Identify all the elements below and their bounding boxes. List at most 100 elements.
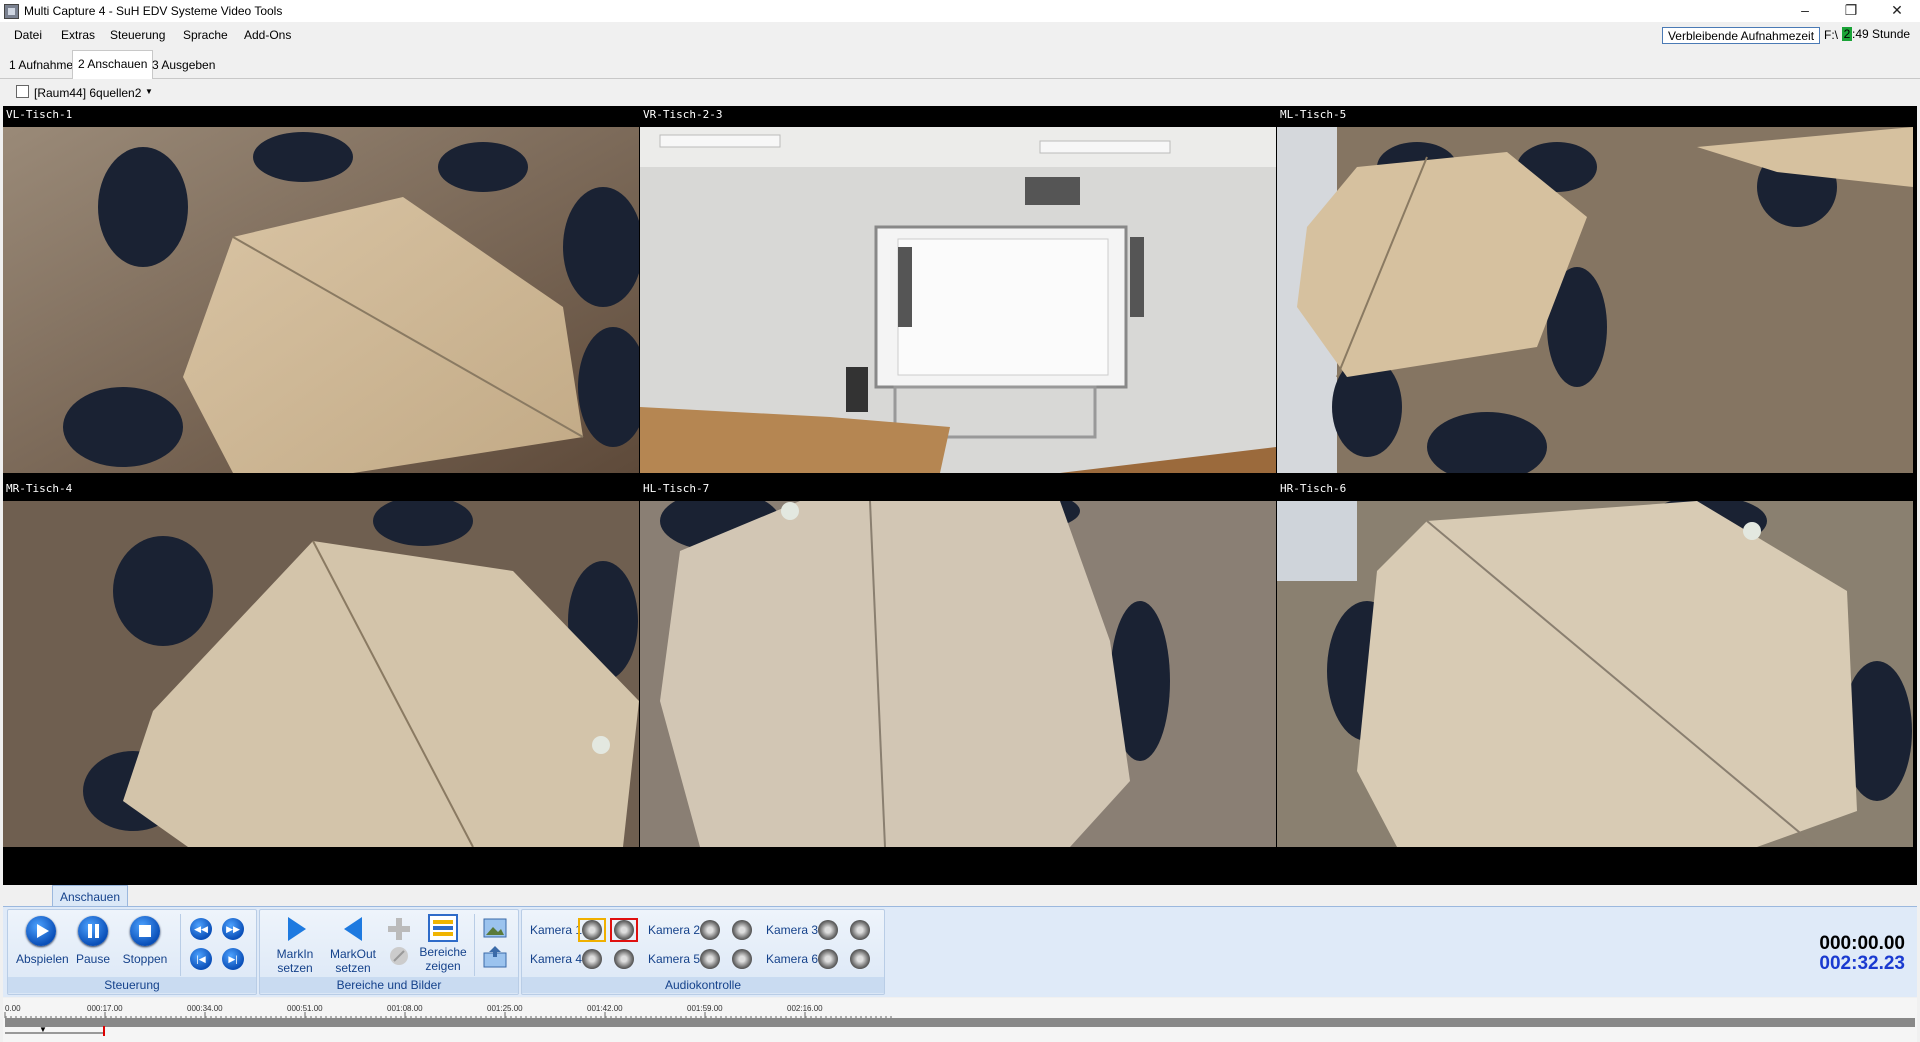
markout-label: MarkOut <box>329 947 376 961</box>
pause-button[interactable]: Pause <box>70 916 116 966</box>
camera-label: MR-Tisch-4 <box>6 482 73 495</box>
restore-button[interactable]: ❐ <box>1828 0 1874 22</box>
play-label: Abspielen <box>16 952 69 966</box>
speaker-icon <box>732 949 752 969</box>
markout-icon <box>344 917 362 941</box>
markout-button[interactable]: MarkOut setzen <box>326 914 380 975</box>
camera-view-3[interactable]: ML-Tisch-5 <box>1277 106 1913 473</box>
export-image-button[interactable] <box>482 946 508 971</box>
markin-label-2: setzen <box>277 961 313 975</box>
menu-add-ons[interactable]: Add-Ons <box>244 28 291 42</box>
image-button[interactable] <box>482 918 508 941</box>
minimize-button[interactable]: – <box>1782 0 1828 22</box>
speaker-icon <box>732 920 752 940</box>
pause-label: Pause <box>75 952 111 966</box>
close-button[interactable]: ✕ <box>1874 0 1920 22</box>
menu-steuerung[interactable]: Steuerung <box>110 28 165 42</box>
audio-toggle-kamera-1[interactable] <box>578 918 606 942</box>
export-image-icon <box>483 946 507 968</box>
speaker-icon <box>850 920 870 940</box>
play-icon <box>26 916 56 946</box>
speaker-icon <box>614 949 634 969</box>
camera-feed <box>3 127 639 473</box>
tab-anschauen[interactable]: 2 Anschauen <box>72 50 154 79</box>
audio-toggle-kamera-3[interactable] <box>814 918 842 942</box>
audio-toggle-kamera-5[interactable] <box>696 947 724 971</box>
menu-extras[interactable]: Extras <box>61 28 95 42</box>
divider <box>180 914 181 976</box>
play-button[interactable]: Abspielen <box>16 916 69 966</box>
ribbon-tab-anschauen[interactable]: Anschauen <box>52 885 128 907</box>
markin-label: MarkIn <box>276 947 314 961</box>
markin-button[interactable]: MarkIn setzen <box>268 914 322 975</box>
stop-button[interactable]: Stoppen <box>120 916 170 966</box>
speaker-icon <box>700 920 720 940</box>
playhead[interactable] <box>103 1026 105 1036</box>
show-ranges-label-2: zeigen <box>425 959 461 973</box>
timeline-track[interactable] <box>5 1018 1915 1027</box>
ribbon: Abspielen Pause Stoppen ◀◀ ▶▶ |◀ ▶| Steu… <box>3 906 1917 997</box>
group-title-bereiche: Bereiche und Bilder <box>260 977 518 993</box>
camera-view-2[interactable]: VR-Tisch-2-3 <box>640 106 1276 473</box>
time-rest: :49 Stunde <box>1852 27 1911 41</box>
tab-ausgeben[interactable]: 3 Ausgeben <box>147 52 220 77</box>
record-toggle-kamera-4[interactable] <box>610 947 638 971</box>
camera-view-1[interactable]: VL-Tisch-1 <box>3 106 639 473</box>
record-toggle-kamera-1[interactable] <box>610 918 638 942</box>
divider <box>474 914 475 976</box>
audio-toggle-kamera-4[interactable] <box>578 947 606 971</box>
config-selector[interactable]: [Raum44] 6quellen2 <box>34 86 141 100</box>
audio-label-kamera-5: Kamera 5 <box>648 952 701 966</box>
fast-forward-icon[interactable]: ▶▶ <box>222 918 244 940</box>
camera-label: VL-Tisch-1 <box>6 108 73 121</box>
document-icon <box>16 85 29 98</box>
speaker-icon <box>818 920 838 940</box>
remaining-time-button[interactable]: Verbleibende Aufnahmezeit <box>1662 27 1820 44</box>
group-title-steuerung: Steuerung <box>8 977 256 993</box>
speaker-icon <box>818 949 838 969</box>
audio-label-kamera-2: Kamera 2 <box>648 923 701 937</box>
speaker-icon <box>582 920 602 940</box>
drive-label: F:\ <box>1824 28 1838 42</box>
camera-feed <box>1277 501 1913 847</box>
menu-bar: Datei Extras Steuerung Sprache Add-Ons <box>0 24 1920 46</box>
menu-datei[interactable]: Datei <box>14 28 42 42</box>
app-icon <box>4 4 19 19</box>
show-ranges-button[interactable]: Bereiche zeigen <box>416 914 470 973</box>
window-title: Multi Capture 4 - SuH EDV Systeme Video … <box>24 4 283 18</box>
record-toggle-kamera-2[interactable] <box>728 918 756 942</box>
remaining-time-value: 2:49 Stunde <box>1842 27 1914 43</box>
skip-start-icon[interactable]: |◀ <box>190 948 212 970</box>
total-time: 002:32.23 <box>1819 953 1905 974</box>
speaker-icon <box>582 949 602 969</box>
audio-toggle-kamera-2[interactable] <box>696 918 724 942</box>
image-icon <box>483 918 507 938</box>
record-toggle-kamera-6[interactable] <box>846 947 874 971</box>
audio-label-kamera-3: Kamera 3 <box>766 923 819 937</box>
timeline[interactable]: 0.00 000:17.00 000:34.00 000:51.00 001:0… <box>3 998 1917 1042</box>
record-toggle-kamera-5[interactable] <box>728 947 756 971</box>
rewind-icon[interactable]: ◀◀ <box>190 918 212 940</box>
camera-label: HR-Tisch-6 <box>1280 482 1347 495</box>
menu-sprache[interactable]: Sprache <box>183 28 228 42</box>
dropdown-arrow-icon[interactable]: ▼ <box>145 87 153 96</box>
audio-toggle-kamera-6[interactable] <box>814 947 842 971</box>
record-toggle-kamera-3[interactable] <box>846 918 874 942</box>
position-pointer-icon[interactable]: ▼ <box>39 1025 47 1034</box>
speaker-icon <box>614 920 634 940</box>
current-time: 000:00.00 <box>1819 933 1905 954</box>
camera-view-6[interactable]: HR-Tisch-6 <box>1277 480 1913 847</box>
skip-end-icon[interactable]: ▶| <box>222 948 244 970</box>
video-grid: VL-Tisch-1 VR-Tisch-2-3 ML-Tisch-5 MR-Ti… <box>3 106 1917 885</box>
time-highlight: 2 <box>1842 27 1852 41</box>
camera-view-5[interactable]: HL-Tisch-7 <box>640 480 1276 847</box>
camera-feed <box>640 127 1276 473</box>
add-range-button[interactable] <box>386 916 412 970</box>
list-icon <box>428 914 458 942</box>
camera-view-4[interactable]: MR-Tisch-4 <box>3 480 639 847</box>
camera-label: HL-Tisch-7 <box>643 482 710 495</box>
plus-icon <box>388 918 410 940</box>
tab-aufnahme[interactable]: 1 Aufnahme <box>4 52 78 77</box>
group-audiokontrolle: Kamera 1 Kamera 2 Kamera 3 Kamera 4 Kame… <box>521 909 885 995</box>
pause-icon <box>78 916 108 946</box>
